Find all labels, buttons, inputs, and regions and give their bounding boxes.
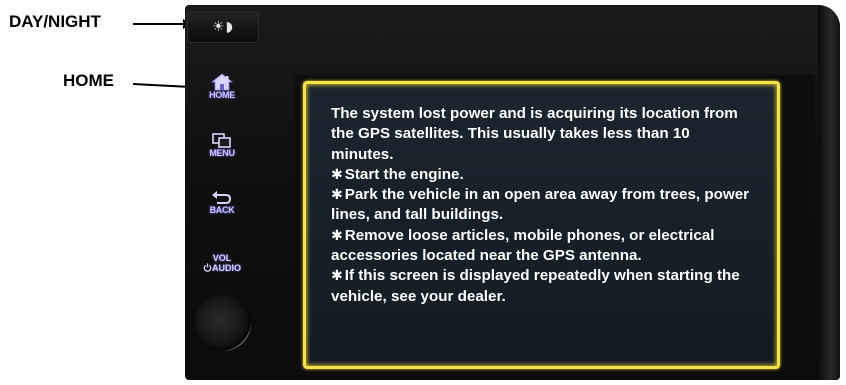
gps-message-bullet: ✱ Remove loose articles, mobile phones, o… bbox=[331, 226, 751, 267]
gps-message-bullet: ✱ If this screen is displayed repeatedly … bbox=[331, 266, 751, 307]
bullet-star-icon: ✱ bbox=[331, 187, 343, 204]
bullet-star-icon: ✱ bbox=[331, 227, 343, 244]
power-icon bbox=[203, 263, 212, 272]
home-label: HOME bbox=[209, 90, 235, 100]
back-arrow-icon bbox=[212, 191, 232, 204]
bullet-text: Park the vehicle in an open area away fr… bbox=[331, 186, 750, 224]
leader-line-home bbox=[132, 83, 191, 89]
leader-line-day-night bbox=[133, 23, 185, 25]
bullet-text: If this screen is displayed repeatedly w… bbox=[331, 267, 740, 305]
bullet-star-icon: ✱ bbox=[331, 166, 343, 183]
home-button[interactable]: HOME bbox=[199, 73, 245, 100]
gps-message-screen: The system lost power and is acquiring i… bbox=[303, 81, 780, 369]
audio-label-row: AUDIO bbox=[199, 263, 245, 273]
display-frame: The system lost power and is acquiring i… bbox=[295, 75, 815, 375]
menu-icon bbox=[212, 133, 231, 148]
bullet-text: Start the engine. bbox=[344, 165, 464, 183]
callout-day-night: DAY/NIGHT bbox=[9, 12, 101, 31]
figure: DAY/NIGHT HOME ☀◗ HOME MENU BACK VOL AUD… bbox=[0, 0, 846, 385]
house-icon bbox=[211, 73, 233, 91]
bullet-text: Remove loose articles, mobile phones, or… bbox=[331, 226, 715, 265]
vol-label: VOL bbox=[212, 253, 232, 263]
back-button[interactable]: BACK bbox=[199, 190, 245, 215]
bullet-star-icon: ✱ bbox=[331, 268, 343, 285]
navigation-unit-bezel: ☀◗ HOME MENU BACK VOL AUDIO The system l… bbox=[185, 5, 840, 380]
back-label: BACK bbox=[209, 205, 235, 215]
gps-message-bullet: ✱ Start the engine. bbox=[331, 165, 751, 185]
volume-knob[interactable] bbox=[195, 295, 251, 351]
callout-home: HOME bbox=[63, 71, 114, 90]
gps-message: The system lost power and is acquiring i… bbox=[331, 104, 751, 307]
audio-label: AUDIO bbox=[212, 263, 241, 273]
bezel-edge bbox=[818, 5, 840, 380]
volume-audio-button[interactable]: VOL AUDIO bbox=[199, 253, 245, 273]
menu-label: MENU bbox=[209, 148, 235, 158]
menu-button[interactable]: MENU bbox=[199, 133, 245, 158]
day-night-button[interactable]: ☀◗ bbox=[187, 11, 259, 43]
gps-message-intro: The system lost power and is acquiring i… bbox=[331, 105, 738, 163]
gps-message-bullet: ✱ Park the vehicle in an open area away f… bbox=[331, 185, 751, 226]
sun-moon-icon: ☀◗ bbox=[212, 19, 234, 35]
